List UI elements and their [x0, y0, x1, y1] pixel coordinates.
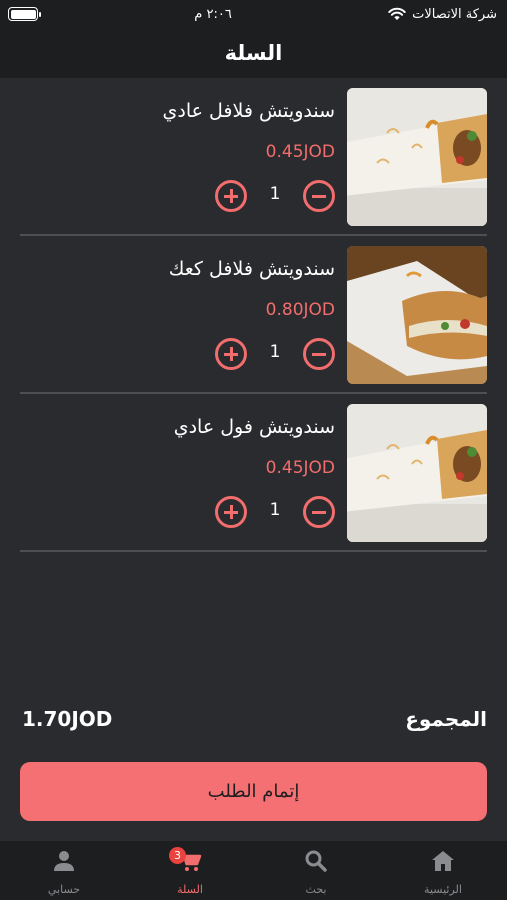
tab-label: بحث — [305, 883, 327, 896]
home-icon — [432, 851, 454, 871]
quantity-value: 1 — [269, 342, 281, 362]
cart-badge: 3 — [169, 847, 186, 864]
wifi-icon — [388, 7, 406, 20]
tab-bar: الرئيسية بحث 3 السلة حسابي — [0, 841, 507, 900]
checkout-button[interactable]: إتمام الطلب — [20, 762, 487, 821]
search-icon — [305, 850, 327, 872]
tab-search[interactable]: بحث — [271, 841, 361, 900]
item-name: سندويتش فلافل كعك — [168, 258, 335, 280]
header: السلة — [0, 28, 507, 78]
tab-cart[interactable]: 3 السلة — [145, 841, 235, 900]
cart-list: سندويتش فلافل عادي 0.45JOD 1 سندويتش فلا… — [0, 78, 507, 552]
carrier-info: شركة الاتصالات — [388, 7, 497, 22]
tab-label: السلة — [177, 883, 203, 896]
tab-account[interactable]: حسابي — [19, 841, 109, 900]
increase-quantity-button[interactable] — [215, 180, 247, 212]
tab-home[interactable]: الرئيسية — [398, 841, 488, 900]
quantity-value: 1 — [269, 184, 281, 204]
cart-item: سندويتش فول عادي 0.45JOD 1 — [20, 394, 487, 552]
quantity-stepper: 1 — [215, 494, 335, 530]
decrease-quantity-button[interactable] — [303, 180, 335, 212]
checkout-label: إتمام الطلب — [207, 781, 300, 802]
item-image — [347, 404, 487, 542]
page-title: السلة — [224, 41, 283, 65]
increase-quantity-button[interactable] — [215, 496, 247, 528]
tab-label: حسابي — [47, 883, 81, 896]
item-name: سندويتش فلافل عادي — [162, 100, 335, 122]
increase-quantity-button[interactable] — [215, 338, 247, 370]
status-time: ٢:٠٦ م — [194, 6, 232, 22]
cart-item: سندويتش فلافل عادي 0.45JOD 1 — [20, 78, 487, 236]
carrier-name: شركة الاتصالات — [412, 6, 497, 22]
user-icon — [54, 851, 74, 871]
quantity-value: 1 — [269, 500, 281, 520]
item-image — [347, 88, 487, 226]
item-name: سندويتش فول عادي — [173, 416, 335, 438]
cart-item: سندويتش فلافل كعك 0.80JOD 1 — [20, 236, 487, 394]
decrease-quantity-button[interactable] — [303, 496, 335, 528]
item-price: 0.45JOD — [265, 458, 335, 478]
total-row: 1.70JOD المجموع — [22, 704, 487, 734]
item-price: 0.80JOD — [265, 300, 335, 320]
total-value: 1.70JOD — [22, 707, 113, 731]
quantity-stepper: 1 — [215, 336, 335, 372]
decrease-quantity-button[interactable] — [303, 338, 335, 370]
status-bar: ٢:٠٦ م شركة الاتصالات — [0, 0, 507, 28]
battery-icon — [8, 7, 41, 21]
item-image — [347, 246, 487, 384]
total-label: المجموع — [405, 707, 487, 731]
quantity-stepper: 1 — [215, 178, 335, 214]
tab-label: الرئيسية — [424, 883, 462, 896]
item-price: 0.45JOD — [265, 142, 335, 162]
